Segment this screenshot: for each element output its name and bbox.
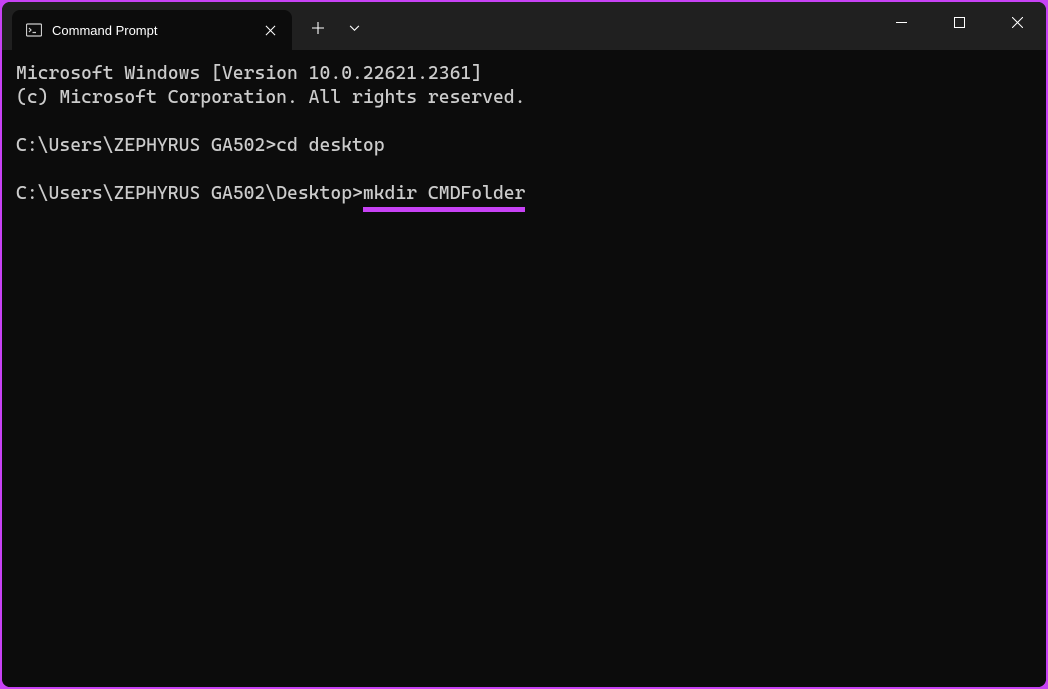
- command-1: cd desktop: [276, 135, 384, 156]
- titlebar-actions: [292, 2, 370, 50]
- prompt-2: C:\Users\ZEPHYRUS GA502\Desktop>: [16, 183, 363, 204]
- prompt-line-2: C:\Users\ZEPHYRUS GA502\Desktop>mkdir CM…: [16, 182, 1032, 206]
- tab-command-prompt[interactable]: Command Prompt: [12, 10, 292, 50]
- close-tab-icon[interactable]: [260, 20, 280, 40]
- banner-line-1: Microsoft Windows [Version 10.0.22621.23…: [16, 62, 1032, 86]
- minimize-button[interactable]: [872, 2, 930, 42]
- blank-line-2: [16, 158, 1032, 182]
- command-prompt-window: Command Prompt: [2, 2, 1046, 687]
- terminal-icon: [26, 22, 42, 38]
- prompt-1: C:\Users\ZEPHYRUS GA502>: [16, 135, 276, 156]
- maximize-button[interactable]: [930, 2, 988, 42]
- tab-dropdown-button[interactable]: [338, 12, 370, 44]
- window-controls: [872, 2, 1046, 50]
- command-2-highlighted: mkdir CMDFolder: [363, 182, 526, 206]
- prompt-line-1: C:\Users\ZEPHYRUS GA502>cd desktop: [16, 134, 1032, 158]
- new-tab-button[interactable]: [302, 12, 334, 44]
- banner-line-2: (c) Microsoft Corporation. All rights re…: [16, 86, 1032, 110]
- titlebar: Command Prompt: [2, 2, 1046, 50]
- tab-title: Command Prompt: [52, 23, 250, 38]
- blank-line: [16, 110, 1032, 134]
- close-window-button[interactable]: [988, 2, 1046, 42]
- titlebar-spacer[interactable]: [370, 2, 872, 50]
- terminal-output[interactable]: Microsoft Windows [Version 10.0.22621.23…: [2, 50, 1046, 687]
